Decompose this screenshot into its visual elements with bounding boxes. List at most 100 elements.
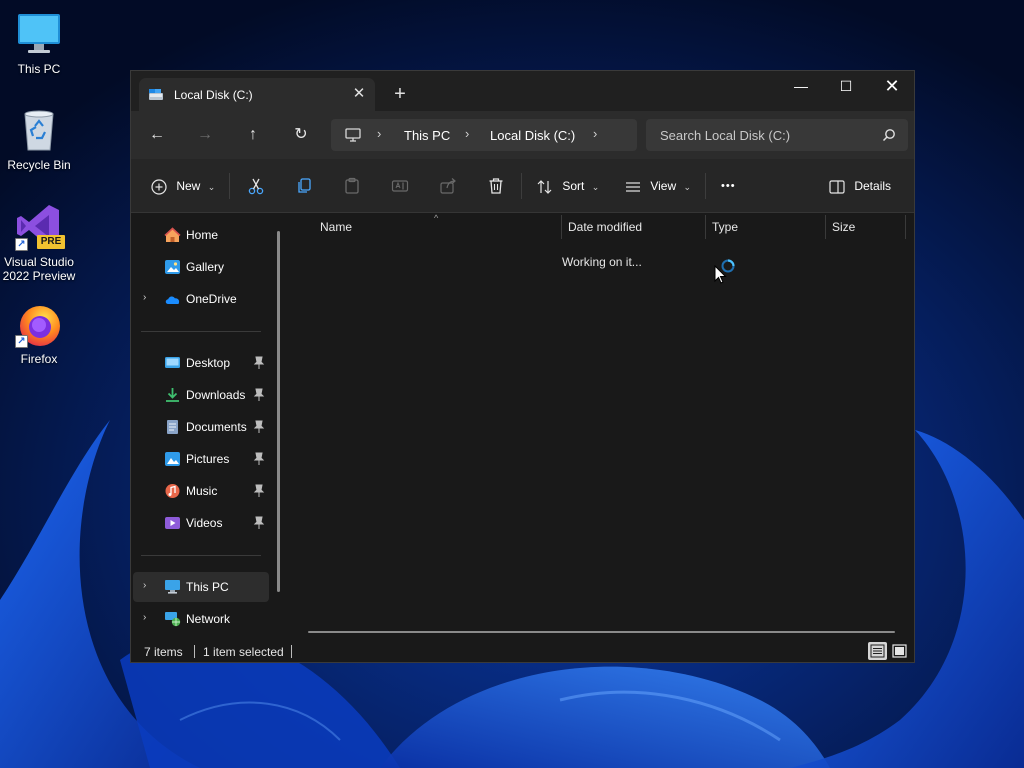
- more-options-button[interactable]: •••: [721, 174, 736, 198]
- expand-chevron-icon[interactable]: ›: [143, 612, 146, 623]
- sort-button[interactable]: Sort ⌄: [537, 174, 599, 198]
- new-button-label: New: [176, 179, 201, 193]
- sidebar-scrollbar[interactable]: [277, 231, 280, 592]
- up-button[interactable]: ↑: [239, 123, 267, 147]
- sidebar-item-label: Videos: [186, 516, 223, 530]
- search-box[interactable]: [646, 119, 908, 151]
- paste-icon[interactable]: [343, 177, 361, 195]
- close-window-button[interactable]: ✕: [869, 71, 914, 101]
- monitor-icon: [165, 580, 180, 594]
- sidebar-item-desktop[interactable]: Desktop: [133, 348, 269, 378]
- sidebar-item-label: This PC: [186, 580, 229, 594]
- sidebar-item-pictures[interactable]: Pictures: [133, 444, 269, 474]
- column-divider[interactable]: [561, 215, 562, 239]
- file-explorer-window: Local Disk (C:) ✕ + — ☐ ✕ ← → ↑ ↻ › This…: [130, 70, 915, 663]
- drive-icon: [149, 89, 163, 100]
- share-icon[interactable]: [439, 177, 457, 195]
- monitor-icon: [15, 10, 63, 58]
- search-input[interactable]: [646, 119, 876, 151]
- sidebar-item-documents[interactable]: Documents: [133, 412, 269, 442]
- status-divider: [194, 645, 195, 658]
- new-tab-button[interactable]: +: [387, 82, 413, 108]
- tab-local-disk[interactable]: Local Disk (C:) ✕: [139, 78, 375, 111]
- status-bar: 7 items 1 item selected: [131, 639, 914, 662]
- breadcrumb-separator[interactable]: ›: [593, 126, 597, 141]
- file-list: ^ Name Date modified Type Size Working o…: [289, 213, 914, 635]
- column-divider[interactable]: [705, 215, 706, 239]
- sidebar-item-onedrive[interactable]: › OneDrive: [133, 284, 269, 314]
- sidebar-item-network[interactable]: › Network: [133, 604, 269, 634]
- minimize-button[interactable]: —: [778, 71, 824, 101]
- sidebar-item-videos[interactable]: Videos: [133, 508, 269, 538]
- plus-circle-icon: [151, 179, 167, 195]
- rename-icon[interactable]: [391, 177, 409, 195]
- download-icon: [166, 388, 179, 402]
- column-divider[interactable]: [905, 215, 906, 239]
- tiles-view-button[interactable]: [890, 642, 909, 660]
- cut-icon[interactable]: [247, 177, 265, 195]
- delete-icon[interactable]: [487, 177, 505, 195]
- sidebar-divider: [141, 555, 261, 556]
- preview-badge: PRE: [37, 235, 65, 249]
- copy-icon[interactable]: [295, 177, 313, 195]
- sidebar-item-music[interactable]: Music: [133, 476, 269, 506]
- desktop-icon-label: Firefox: [20, 352, 58, 366]
- sidebar-item-this-pc[interactable]: › This PC: [133, 572, 269, 602]
- close-tab-button[interactable]: ✕: [349, 84, 369, 104]
- sidebar-item-label: Desktop: [186, 356, 231, 370]
- recycle-bin-icon: [15, 106, 63, 154]
- breadcrumb-separator[interactable]: ›: [377, 126, 381, 141]
- chevron-down-icon: ⌄: [683, 182, 692, 192]
- navigation-pane: Home Gallery › OneDrive Desktop Download…: [131, 213, 289, 635]
- breadcrumb-this-pc[interactable]: This PC: [404, 128, 450, 143]
- pin-icon[interactable]: [253, 516, 265, 530]
- sidebar-item-label: Gallery: [186, 260, 225, 274]
- details-view-button[interactable]: [868, 642, 887, 660]
- chevron-down-icon: ⌄: [207, 182, 216, 192]
- pin-icon[interactable]: [253, 452, 265, 466]
- view-button[interactable]: View ⌄: [625, 174, 691, 198]
- sort-indicator-icon: ^: [434, 213, 439, 223]
- desktop-icon-firefox[interactable]: ↗ Firefox: [0, 300, 78, 366]
- status-divider: [291, 645, 292, 658]
- details-pane-button[interactable]: Details: [829, 174, 891, 198]
- pin-icon[interactable]: [253, 356, 265, 370]
- title-bar: Local Disk (C:) ✕ + — ☐ ✕: [131, 71, 914, 111]
- column-divider[interactable]: [825, 215, 826, 239]
- column-header-date-modified[interactable]: Date modified: [568, 220, 642, 234]
- sidebar-item-label: Home: [186, 228, 219, 242]
- sidebar-item-home[interactable]: Home: [133, 220, 269, 250]
- sidebar-item-downloads[interactable]: Downloads: [133, 380, 269, 410]
- document-icon: [167, 420, 178, 434]
- refresh-button[interactable]: ↻: [287, 123, 315, 147]
- column-header-name[interactable]: Name: [320, 220, 352, 234]
- sidebar-divider: [141, 331, 261, 332]
- toolbar-divider: [705, 173, 706, 199]
- pin-icon[interactable]: [253, 420, 265, 434]
- pin-icon[interactable]: [253, 388, 265, 402]
- expand-chevron-icon[interactable]: ›: [143, 292, 146, 303]
- horizontal-scrollbar[interactable]: [308, 631, 895, 633]
- desktop-icon-this-pc[interactable]: This PC: [0, 10, 78, 76]
- item-count: 7 items: [144, 645, 183, 659]
- sidebar-item-gallery[interactable]: Gallery: [133, 252, 269, 282]
- back-button[interactable]: ←: [143, 123, 171, 147]
- forward-button[interactable]: →: [191, 123, 219, 147]
- column-header-size[interactable]: Size: [832, 220, 855, 234]
- address-bar[interactable]: › This PC › Local Disk (C:) ›: [331, 119, 637, 151]
- maximize-button[interactable]: ☐: [823, 71, 869, 101]
- details-button-label: Details: [854, 179, 892, 193]
- new-button[interactable]: New ⌄: [151, 174, 215, 198]
- sort-button-label: Sort: [562, 179, 585, 193]
- column-header-type[interactable]: Type: [712, 220, 738, 234]
- visual-studio-icon: PRE ↗: [15, 203, 65, 251]
- desktop-icon-label: Recycle Bin: [7, 158, 71, 172]
- pin-icon[interactable]: [253, 484, 265, 498]
- view-button-label: View: [650, 179, 677, 193]
- breadcrumb-separator[interactable]: ›: [465, 126, 469, 141]
- search-icon[interactable]: [882, 128, 896, 142]
- breadcrumb-local-disk[interactable]: Local Disk (C:): [490, 128, 575, 143]
- expand-chevron-icon[interactable]: ›: [143, 580, 146, 591]
- desktop-icon-recycle-bin[interactable]: Recycle Bin: [0, 106, 78, 172]
- desktop-icon-visual-studio[interactable]: PRE ↗ Visual Studio 2022 Preview: [0, 203, 78, 283]
